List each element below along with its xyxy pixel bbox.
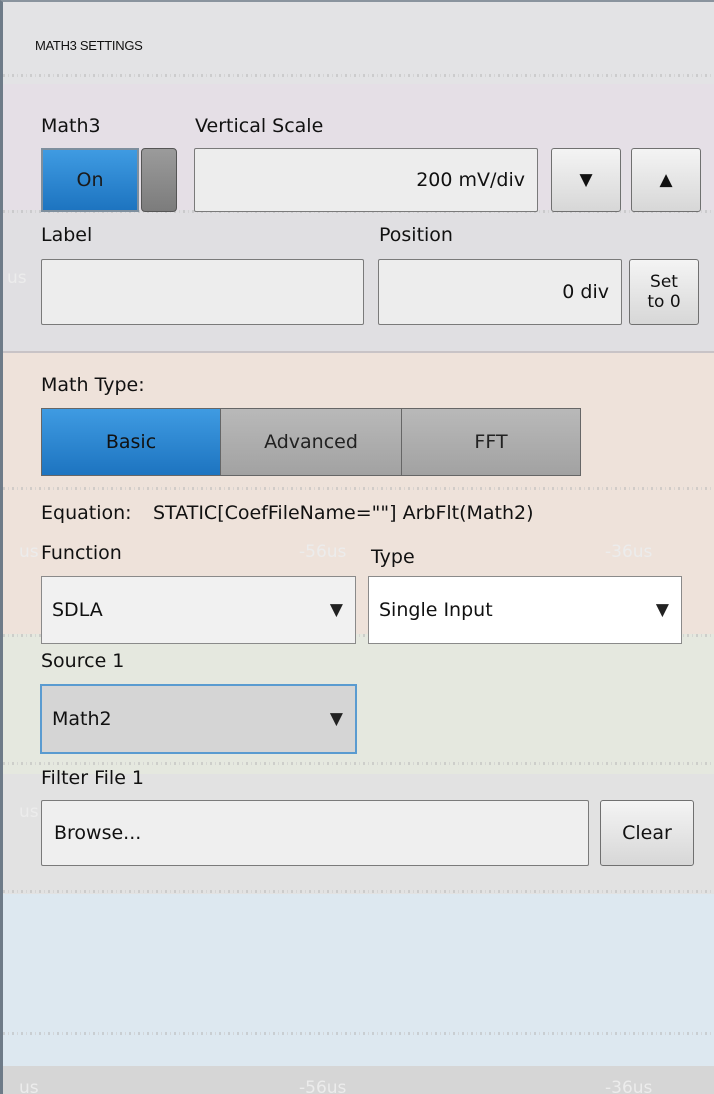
waveform-noise (3, 74, 714, 77)
set-to-zero-line1: Set (650, 272, 678, 292)
type-label: Type (371, 546, 415, 568)
toggle-on-label: On (76, 169, 104, 191)
filter-file1-browse-field[interactable]: Browse... (41, 800, 589, 866)
background-tick-label: us (19, 802, 39, 822)
dropdown-arrow-icon: ▼ (655, 600, 669, 620)
label-input[interactable] (41, 259, 364, 325)
background-tick-label: us (19, 1078, 39, 1094)
clear-label: Clear (622, 822, 672, 844)
source1-value: Math2 (52, 708, 112, 730)
position-label: Position (379, 224, 453, 246)
type-dropdown[interactable]: Single Input ▼ (368, 576, 682, 644)
panel-title: MATH3 SETTINGS (35, 38, 143, 53)
type-value: Single Input (379, 599, 493, 621)
math3-toggle-knob[interactable] (141, 148, 177, 212)
triangle-up-icon: ▲ (659, 170, 673, 190)
waveform-noise (3, 762, 714, 765)
math-type-fft-button[interactable]: FFT (401, 408, 581, 476)
label-field-label: Label (41, 224, 93, 246)
math-type-basic-button[interactable]: Basic (41, 408, 221, 476)
source1-dropdown[interactable]: Math2 ▼ (40, 684, 357, 754)
waveform-noise (3, 1032, 714, 1035)
waveform-noise (3, 890, 714, 893)
math3-settings-panel: us us -56us -36us us us -56us -36us MATH… (0, 0, 714, 1094)
background-tick-label: -36us (605, 542, 653, 562)
background-tick-label: us (19, 542, 39, 562)
vertical-scale-label: Vertical Scale (195, 115, 324, 137)
math3-label: Math3 (41, 115, 101, 137)
math-type-basic-label: Basic (105, 431, 157, 453)
filter-file1-value: Browse... (54, 822, 142, 844)
dropdown-arrow-icon: ▼ (329, 600, 343, 620)
equation-value: STATIC[CoefFileName=""] ArbFlt(Math2) (153, 502, 534, 524)
math3-toggle-on[interactable]: On (41, 148, 139, 212)
function-value: SDLA (52, 599, 103, 621)
vertical-scale-decrease-button[interactable]: ▼ (551, 148, 621, 212)
waveform-noise (3, 487, 714, 490)
math-type-label: Math Type: (41, 374, 145, 396)
set-to-zero-button[interactable]: Set to 0 (629, 259, 699, 325)
filter-file1-label: Filter File 1 (41, 767, 145, 789)
vertical-scale-value: 200 mV/div (416, 169, 525, 191)
section-divider (3, 351, 714, 353)
math-type-fft-label: FFT (474, 431, 508, 453)
dropdown-arrow-icon: ▼ (329, 709, 343, 729)
background-tick-label: -56us (299, 542, 347, 562)
background-tick-label: -36us (605, 1078, 653, 1094)
filter-file1-clear-button[interactable]: Clear (600, 800, 694, 866)
math-type-advanced-label: Advanced (264, 431, 358, 453)
background-tick-label: -56us (299, 1078, 347, 1094)
triangle-down-icon: ▼ (579, 170, 593, 190)
equation-label: Equation: (41, 502, 132, 524)
empty-section-band (3, 894, 714, 1066)
math-type-advanced-button[interactable]: Advanced (220, 408, 402, 476)
vertical-scale-increase-button[interactable]: ▲ (631, 148, 701, 212)
vertical-scale-field[interactable]: 200 mV/div (194, 148, 538, 212)
position-field[interactable]: 0 div (378, 259, 622, 325)
source1-label: Source 1 (41, 650, 125, 672)
position-value: 0 div (562, 281, 609, 303)
background-tick-label: us (7, 268, 27, 288)
set-to-zero-line2: to 0 (647, 292, 681, 312)
function-dropdown[interactable]: SDLA ▼ (41, 576, 356, 644)
function-label: Function (41, 542, 122, 564)
